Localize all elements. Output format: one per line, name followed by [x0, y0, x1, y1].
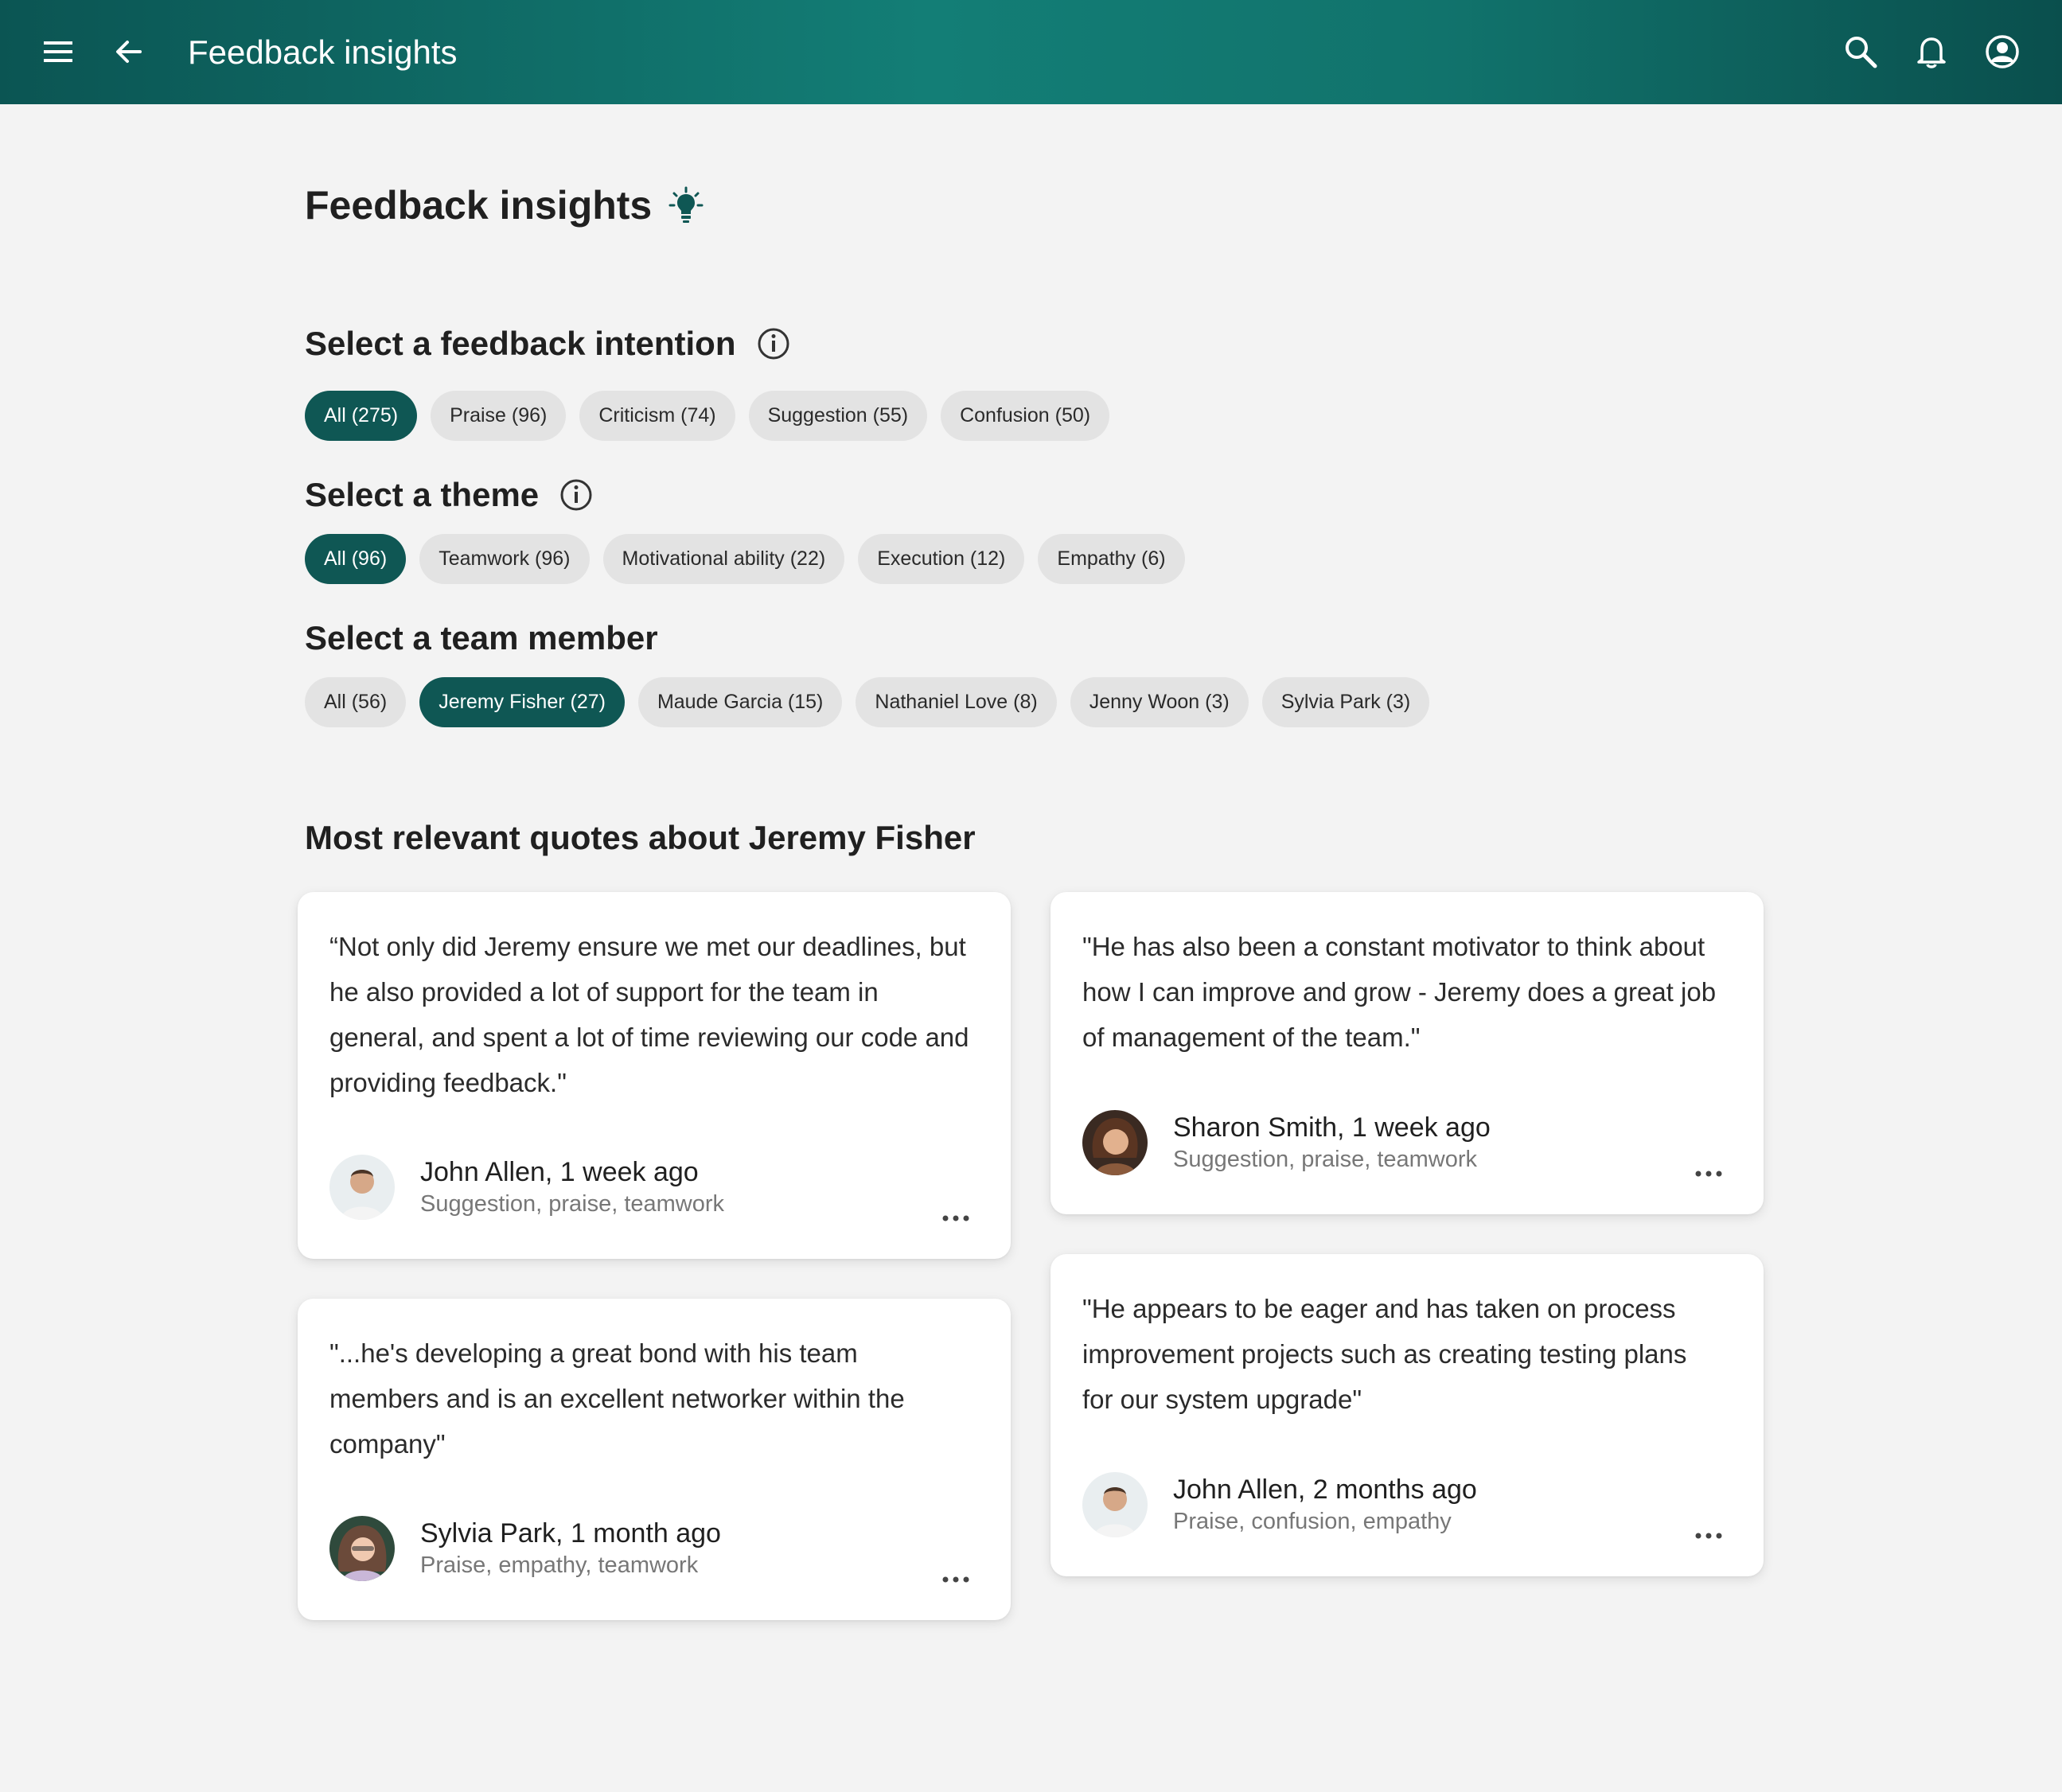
quote-tags: Suggestion, praise, teamwork: [1173, 1147, 1478, 1172]
author-name: Sylvia Park, 1 month ago: [420, 1518, 721, 1549]
author-name: John Allen, 2 months ago: [1173, 1475, 1477, 1505]
info-icon[interactable]: [559, 478, 593, 512]
page-title-text: Feedback insights: [305, 183, 653, 228]
app-bar: Feedback insights: [0, 0, 2062, 104]
intention-heading: Select a feedback intention: [305, 321, 790, 366]
avatar: [1082, 1110, 1148, 1175]
theme-heading: Select a theme: [305, 473, 593, 517]
chip-theme-motivational-ability[interactable]: Motivational ability (22): [602, 534, 845, 584]
app-bar-title: Feedback insights: [188, 33, 458, 71]
chip-intention-criticism[interactable]: Criticism (74): [579, 391, 735, 441]
author-name: John Allen, 1 week ago: [420, 1157, 699, 1187]
theme-chips: All (96) Teamwork (96) Motivational abil…: [305, 534, 1185, 584]
quote-text: "He appears to be eager and has taken on…: [1082, 1294, 1687, 1414]
more-options-icon[interactable]: [936, 1202, 976, 1234]
member-label: Select a team member: [305, 619, 658, 656]
member-heading: Select a team member: [305, 616, 658, 660]
member-chips: All (56) Jeremy Fisher (27) Maude Garcia…: [305, 677, 1430, 727]
author-meta: John Allen, 2 months ago Praise, confusi…: [1173, 1473, 1477, 1537]
theme-label: Select a theme: [305, 476, 540, 513]
quote-author: Sharon Smith, 1 week ago Suggestion, pra…: [1082, 1110, 1491, 1175]
chip-member-jeremy-fisher[interactable]: Jeremy Fisher (27): [419, 677, 625, 727]
avatar: [1082, 1472, 1148, 1537]
chip-member-jenny-woon[interactable]: Jenny Woon (3): [1070, 677, 1249, 727]
intention-chips: All (275) Praise (96) Criticism (74) Sug…: [305, 391, 1110, 441]
search-icon[interactable]: [1835, 26, 1886, 77]
chip-intention-confusion[interactable]: Confusion (50): [941, 391, 1110, 441]
avatar: [329, 1155, 395, 1220]
more-options-icon[interactable]: [936, 1564, 976, 1595]
page-title: Feedback insights: [305, 180, 704, 231]
author-meta: John Allen, 1 week ago Suggestion, prais…: [420, 1155, 724, 1219]
quote-tags: Praise, empathy, teamwork: [420, 1552, 699, 1578]
more-options-icon[interactable]: [1689, 1520, 1729, 1552]
account-circle-icon[interactable]: [1977, 26, 2028, 77]
author-meta: Sylvia Park, 1 month ago Praise, empathy…: [420, 1517, 721, 1580]
quote-tags: Suggestion, praise, teamwork: [420, 1191, 725, 1217]
quote-author: John Allen, 2 months ago Praise, confusi…: [1082, 1472, 1477, 1537]
intention-label: Select a feedback intention: [305, 325, 736, 362]
chip-member-nathaniel-love[interactable]: Nathaniel Love (8): [856, 677, 1057, 727]
chip-theme-all[interactable]: All (96): [305, 534, 407, 584]
quote-author: Sylvia Park, 1 month ago Praise, empathy…: [329, 1516, 721, 1581]
chip-theme-teamwork[interactable]: Teamwork (96): [419, 534, 590, 584]
quote-card: “Not only did Jeremy ensure we met our d…: [298, 892, 1011, 1259]
menu-icon[interactable]: [33, 26, 84, 77]
author-meta: Sharon Smith, 1 week ago Suggestion, pra…: [1173, 1111, 1491, 1175]
quote-text: "...he's developing a great bond with hi…: [329, 1338, 905, 1459]
quotes-heading: Most relevant quotes about Jeremy Fisher: [305, 819, 976, 856]
quote-tags: Praise, confusion, empathy: [1173, 1509, 1452, 1534]
chip-intention-all[interactable]: All (275): [305, 391, 418, 441]
quote-author: John Allen, 1 week ago Suggestion, prais…: [329, 1155, 724, 1220]
chip-intention-suggestion[interactable]: Suggestion (55): [748, 391, 928, 441]
quote-card: "...he's developing a great bond with hi…: [298, 1299, 1011, 1620]
back-arrow-icon[interactable]: [103, 26, 154, 77]
quote-text: “Not only did Jeremy ensure we met our d…: [329, 932, 969, 1097]
quote-card: "He has also been a constant motivator t…: [1050, 892, 1764, 1214]
avatar: [329, 1516, 395, 1581]
chip-theme-execution[interactable]: Execution (12): [858, 534, 1025, 584]
author-name: Sharon Smith, 1 week ago: [1173, 1112, 1491, 1143]
chip-member-all[interactable]: All (56): [305, 677, 407, 727]
more-options-icon[interactable]: [1689, 1158, 1729, 1190]
chip-theme-empathy[interactable]: Empathy (6): [1038, 534, 1185, 584]
bell-icon[interactable]: [1906, 26, 1957, 77]
chip-intention-praise[interactable]: Praise (96): [431, 391, 567, 441]
quote-text: "He has also been a constant motivator t…: [1082, 932, 1717, 1052]
info-icon[interactable]: [757, 327, 790, 360]
quote-card: "He appears to be eager and has taken on…: [1050, 1254, 1764, 1576]
chip-member-maude-garcia[interactable]: Maude Garcia (15): [637, 677, 843, 727]
lightbulb-icon: [668, 186, 704, 224]
chip-member-sylvia-park[interactable]: Sylvia Park (3): [1261, 677, 1430, 727]
